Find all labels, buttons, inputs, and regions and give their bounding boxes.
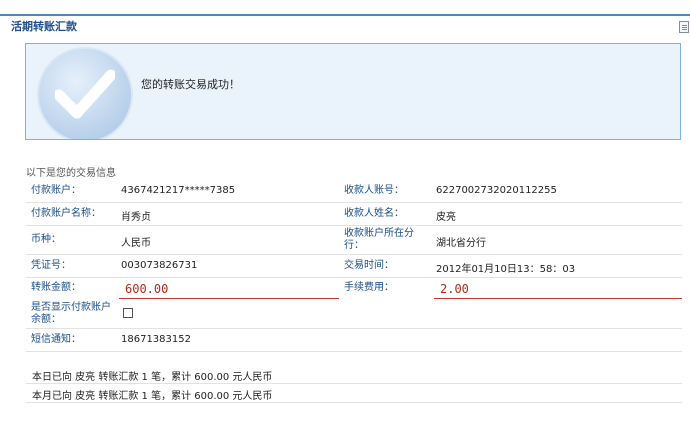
summary-today: 本日已向 皮亮 转账汇款 1 笔，累计 600.00 元人民币: [32, 372, 273, 383]
payer-account-label: 付款账户：: [31, 185, 81, 196]
payee-account-value: 6227002732020112255: [436, 185, 557, 196]
info-section-label: 以下是您的交易信息: [26, 168, 116, 179]
info-row-name: 付款账户名称： 肖秀贞 收款人姓名： 皮亮: [26, 203, 682, 226]
info-row-sms: 短信通知： 18671383152: [26, 329, 682, 352]
voucher-label: 凭证号：: [31, 260, 71, 271]
payee-name-value: 皮亮: [436, 212, 456, 223]
info-row-balance: 是否显示付款账户余额：: [26, 300, 682, 329]
fee-label: 手续费用：: [344, 282, 394, 293]
info-row-currency: 币种： 人民币 收款账户所在分行： 湖北省分行: [26, 226, 682, 255]
time-label: 交易时间：: [344, 260, 394, 271]
sms-value: 18671383152: [121, 334, 191, 345]
payer-account-value: 4367421217*****7385: [121, 185, 236, 196]
show-balance-checkbox[interactable]: [123, 308, 133, 318]
summary-month: 本月已向 皮亮 转账汇款 1 笔，累计 600.00 元人民币: [32, 391, 273, 402]
show-balance-label: 是否显示付款账户余额：: [31, 302, 111, 325]
currency-label: 币种：: [31, 234, 61, 245]
info-row-account: 付款账户： 4367421217*****7385 收款人账号： 6227002…: [26, 180, 682, 203]
payee-name-label: 收款人姓名：: [344, 208, 404, 219]
amount-value: 600.00: [125, 282, 169, 296]
summary-today-row: 本日已向 皮亮 转账汇款 1 笔，累计 600.00 元人民币: [26, 364, 682, 384]
payee-branch-value: 湖北省分行: [436, 238, 486, 249]
page-title: 活期转账汇款: [11, 20, 77, 33]
info-row-voucher: 凭证号： 003073826731 交易时间： 2012年01月10日13：58…: [26, 255, 682, 278]
fee-value: 2.00: [440, 282, 469, 296]
sms-label: 短信通知：: [31, 334, 81, 345]
amount-label: 转账金额：: [31, 282, 81, 293]
voucher-value: 003073826731: [121, 260, 198, 271]
summary-month-row: 本月已向 皮亮 转账汇款 1 笔，累计 600.00 元人民币: [26, 383, 682, 403]
print-icon[interactable]: [679, 21, 689, 33]
success-check-icon: [37, 47, 133, 139]
payee-account-label: 收款人账号：: [344, 185, 404, 196]
fee-underline: [434, 298, 682, 299]
info-row-amount: 转账金额： 600.00 手续费用： 2.00: [26, 278, 682, 300]
time-value: 2012年01月10日13：58：03: [436, 264, 576, 275]
amount-underline: [119, 298, 339, 299]
currency-value: 人民币: [121, 238, 151, 249]
header-rule: [0, 14, 690, 16]
payer-name-value: 肖秀贞: [121, 212, 151, 223]
payee-branch-label: 收款账户所在分行：: [344, 228, 414, 251]
success-panel: 您的转账交易成功！: [25, 43, 681, 140]
success-message: 您的转账交易成功！: [141, 78, 240, 91]
payer-name-label: 付款账户名称：: [31, 208, 101, 219]
